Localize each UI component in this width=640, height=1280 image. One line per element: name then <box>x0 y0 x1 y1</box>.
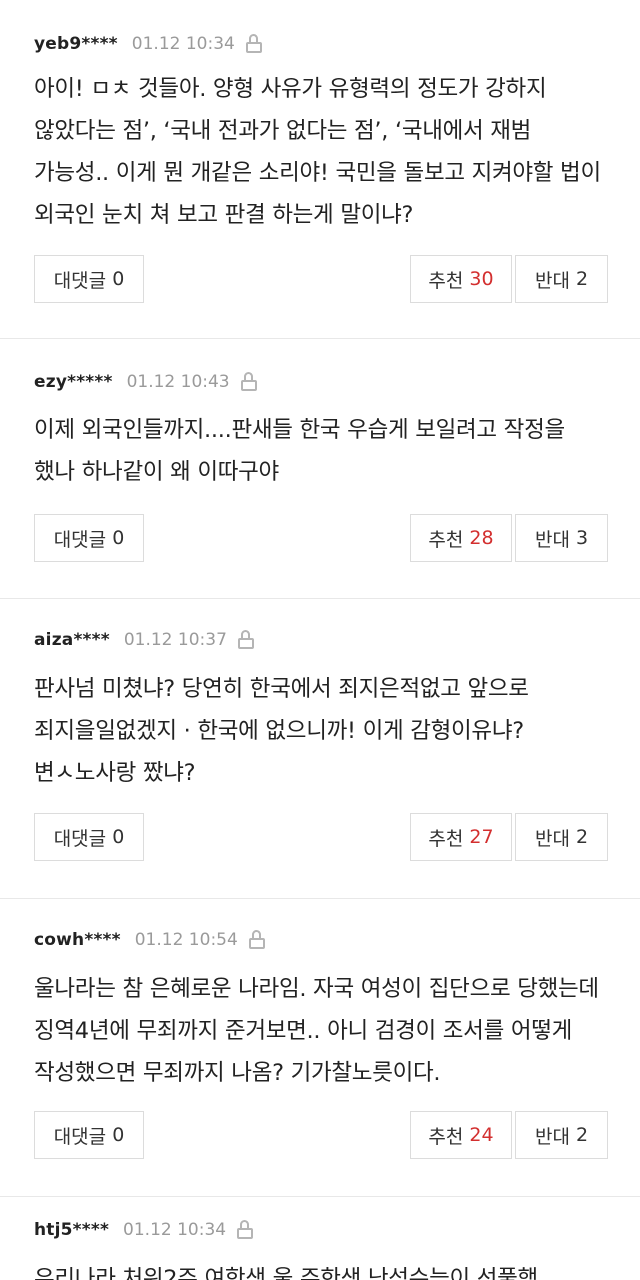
reply-label: 대댓글 <box>53 1125 107 1148</box>
dislike-button[interactable]: 반대 2 <box>515 255 608 303</box>
comment-meta: htj5**** 01.12 10:34 <box>34 1216 254 1244</box>
reply-button[interactable]: 대댓글 0 <box>34 1111 144 1159</box>
like-count: 24 <box>469 1124 494 1146</box>
lock-icon <box>248 930 266 950</box>
comment-timestamp: 01.12 10:54 <box>134 930 238 950</box>
lock-icon <box>240 372 258 392</box>
dislike-count: 3 <box>575 527 589 549</box>
dislike-label: 반대 <box>534 528 570 551</box>
like-count: 27 <box>469 826 494 848</box>
reply-button[interactable]: 대댓글 0 <box>34 255 144 303</box>
like-label: 추천 <box>428 1125 464 1148</box>
lock-icon <box>236 1220 254 1240</box>
comment-timestamp: 01.12 10:34 <box>131 34 235 54</box>
comment-text: 판사넘 미쳤냐? 당연히 한국에서 죄지은적없고 앞으로 죄지을일없겠지 · 한… <box>34 676 529 786</box>
comment-divider <box>0 338 640 339</box>
reply-button[interactable]: 대댓글 0 <box>34 813 144 861</box>
comment-username[interactable]: aiza**** <box>34 630 110 650</box>
comment-text: 울나라는 참 은혜로운 나라임. 자국 여성이 집단으로 당했는데 징역4년에 … <box>34 976 599 1086</box>
reply-button[interactable]: 대댓글 0 <box>34 514 144 562</box>
dislike-button[interactable]: 반대 3 <box>515 514 608 562</box>
comment-meta: ezy***** 01.12 10:43 <box>34 368 258 396</box>
lock-icon <box>237 630 255 650</box>
comment-username[interactable]: ezy***** <box>34 372 113 392</box>
like-button[interactable]: 추천 28 <box>410 514 512 562</box>
comment-divider <box>0 898 640 899</box>
dislike-label: 반대 <box>534 827 570 850</box>
reply-label: 대댓글 <box>53 827 107 850</box>
reply-count: 0 <box>112 268 125 290</box>
reply-label: 대댓글 <box>53 528 107 551</box>
comment-timestamp: 01.12 10:43 <box>126 372 230 392</box>
comment-meta: aiza**** 01.12 10:37 <box>34 626 255 654</box>
reply-label: 대댓글 <box>53 269 107 292</box>
dislike-label: 반대 <box>534 1125 570 1148</box>
lock-icon <box>245 34 263 54</box>
comment-username[interactable]: htj5**** <box>34 1220 109 1240</box>
comment-item: aiza**** 01.12 10:37 판사넘 미쳤냐? 당연히 한국에서 죄… <box>0 606 640 898</box>
comment-text: 우리나라 처위2주 여학생 울 주한생 난성수늪이 선풀했 <box>34 1266 538 1280</box>
reply-count: 0 <box>112 826 125 848</box>
dislike-button[interactable]: 반대 2 <box>515 1111 608 1159</box>
comment-timestamp: 01.12 10:34 <box>123 1220 227 1240</box>
comment-username[interactable]: yeb9**** <box>34 34 118 54</box>
like-count: 28 <box>469 527 494 549</box>
dislike-button[interactable]: 반대 2 <box>515 813 608 861</box>
comment-meta: yeb9**** 01.12 10:34 <box>34 30 263 58</box>
reply-count: 0 <box>112 1124 125 1146</box>
comment-text: 이제 외국인들까지....판새들 한국 우습게 보일려고 작정을 했나 하나같이… <box>34 417 565 485</box>
like-button[interactable]: 추천 27 <box>410 813 512 861</box>
comment-divider <box>0 598 640 599</box>
like-button[interactable]: 추천 24 <box>410 1111 512 1159</box>
like-button[interactable]: 추천 30 <box>410 255 512 303</box>
dislike-count: 2 <box>575 826 589 848</box>
like-label: 추천 <box>428 827 464 850</box>
comment-meta: cowh**** 01.12 10:54 <box>34 926 266 954</box>
comment-item: ezy***** 01.12 10:43 이제 외국인들까지....판새들 한국… <box>0 348 640 598</box>
reply-count: 0 <box>112 527 125 549</box>
like-label: 추천 <box>428 269 464 292</box>
comment-item: yeb9**** 01.12 10:34 아이! ㅁㅊ 것들아. 양형 사유가 … <box>0 0 640 338</box>
like-label: 추천 <box>428 528 464 551</box>
comment-item: cowh**** 01.12 10:54 울나라는 참 은혜로운 나라임. 자국… <box>0 906 640 1196</box>
comment-username[interactable]: cowh**** <box>34 930 121 950</box>
dislike-label: 반대 <box>534 269 570 292</box>
dislike-count: 2 <box>575 268 589 290</box>
dislike-count: 2 <box>575 1124 589 1146</box>
like-count: 30 <box>469 268 494 290</box>
comment-item: htj5**** 01.12 10:34 우리나라 처위2주 여학생 울 주한생… <box>0 1204 640 1280</box>
comment-text: 아이! ㅁㅊ 것들아. 양형 사유가 유형력의 정도가 강하지 않았다는 점’,… <box>34 76 601 228</box>
comment-divider <box>0 1196 640 1197</box>
comment-timestamp: 01.12 10:37 <box>123 630 227 650</box>
